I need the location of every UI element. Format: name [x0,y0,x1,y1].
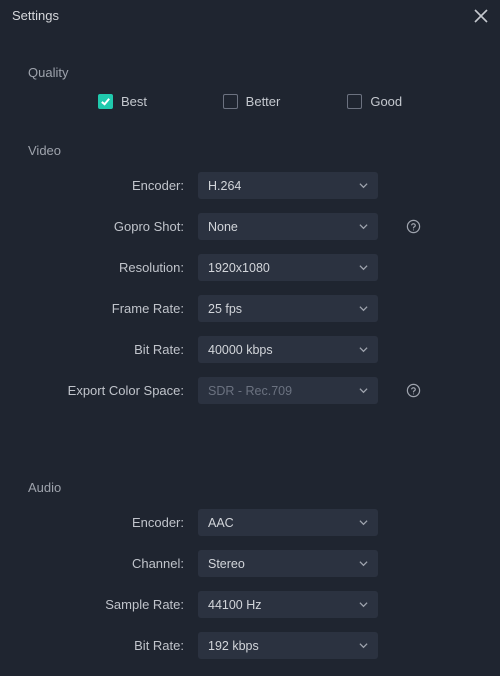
video-section-label: Video [28,143,472,158]
select-value: H.264 [208,179,241,193]
select-value: 1920x1080 [208,261,270,275]
checkbox-icon [347,94,362,109]
quality-option-good[interactable]: Good [347,94,472,109]
chevron-down-icon [359,518,368,527]
quality-section-label: Quality [28,65,472,80]
help-icon[interactable] [406,383,421,398]
framerate-label: Frame Rate: [38,301,198,316]
checkbox-icon [98,94,113,109]
resolution-select[interactable]: 1920x1080 [198,254,378,281]
select-value: 44100 Hz [208,598,262,612]
select-value: 40000 kbps [208,343,273,357]
channel-select[interactable]: Stereo [198,550,378,577]
chevron-down-icon [359,181,368,190]
quality-option-best[interactable]: Best [98,94,223,109]
chevron-down-icon [359,222,368,231]
select-value: AAC [208,516,234,530]
quality-option-better[interactable]: Better [223,94,348,109]
video-encoder-select[interactable]: H.264 [198,172,378,199]
chevron-down-icon [359,263,368,272]
quality-label: Best [121,94,147,109]
chevron-down-icon [359,386,368,395]
chevron-down-icon [359,559,368,568]
help-icon[interactable] [406,219,421,234]
colorspace-select: SDR - Rec.709 [198,377,378,404]
chevron-down-icon [359,345,368,354]
quality-label: Better [246,94,281,109]
chevron-down-icon [359,600,368,609]
select-value: None [208,220,238,234]
channel-label: Channel: [38,556,198,571]
select-value: Stereo [208,557,245,571]
quality-label: Good [370,94,402,109]
checkbox-icon [223,94,238,109]
audio-encoder-label: Encoder: [38,515,198,530]
gopro-shot-label: Gopro Shot: [38,219,198,234]
audio-bitrate-select[interactable]: 192 kbps [198,632,378,659]
video-bitrate-label: Bit Rate: [38,342,198,357]
framerate-select[interactable]: 25 fps [198,295,378,322]
samplerate-label: Sample Rate: [38,597,198,612]
select-value: SDR - Rec.709 [208,384,292,398]
video-bitrate-select[interactable]: 40000 kbps [198,336,378,363]
audio-encoder-select[interactable]: AAC [198,509,378,536]
dialog-title: Settings [12,8,59,23]
resolution-label: Resolution: [38,260,198,275]
colorspace-label: Export Color Space: [38,383,198,398]
select-value: 192 kbps [208,639,259,653]
close-icon[interactable] [474,9,488,23]
samplerate-select[interactable]: 44100 Hz [198,591,378,618]
chevron-down-icon [359,304,368,313]
chevron-down-icon [359,641,368,650]
audio-section-label: Audio [28,480,472,495]
audio-bitrate-label: Bit Rate: [38,638,198,653]
select-value: 25 fps [208,302,242,316]
gopro-shot-select[interactable]: None [198,213,378,240]
video-encoder-label: Encoder: [38,178,198,193]
